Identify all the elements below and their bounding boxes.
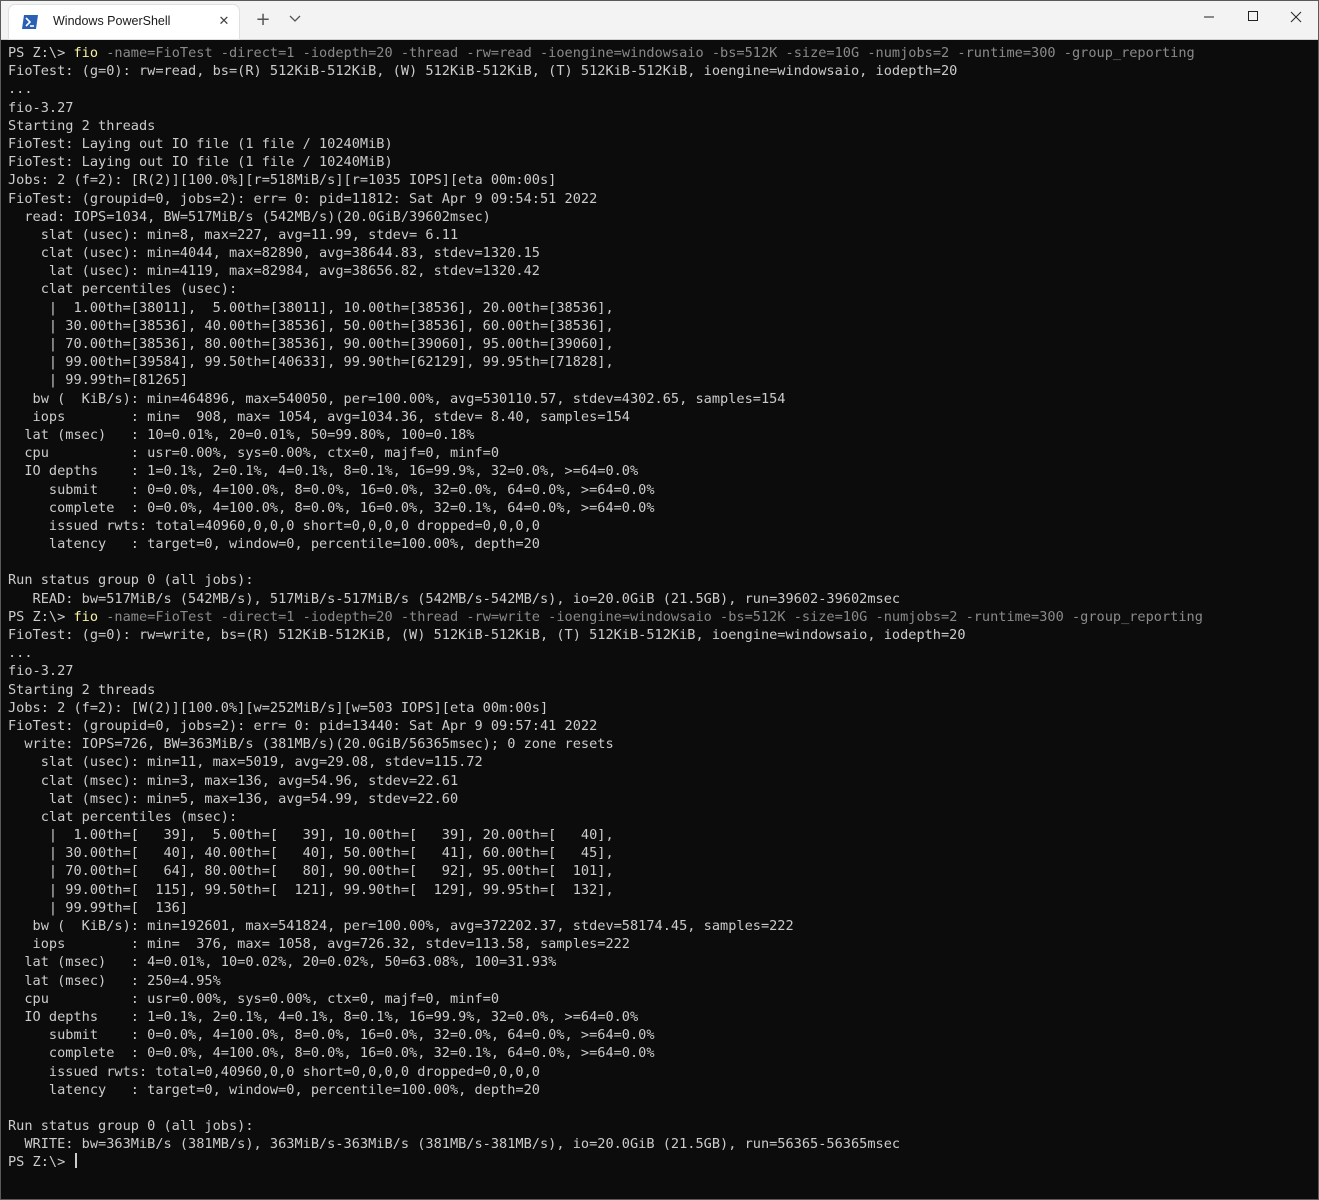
output-line: clat percentiles (msec): (8, 808, 238, 825)
maximize-button[interactable] (1231, 1, 1275, 37)
terminal-output[interactable]: PS Z:\> fio -name=FioTest -direct=1 -iod… (1, 40, 1318, 1199)
output-line: | 70.00th=[38536], 80.00th=[38536], 90.0… (8, 336, 614, 352)
output-line: Jobs: 2 (f=2): [W(2)][100.0%][w=252MiB/s… (8, 699, 549, 716)
output-line: iops : min= 908, max= 1054, avg=1034.36,… (8, 408, 630, 425)
close-tab-icon[interactable]: ✕ (215, 13, 233, 31)
tab-windows-powershell[interactable]: Windows PowerShell ✕ (9, 5, 239, 39)
output-line: iops : min= 376, max= 1058, avg=726.32, … (8, 936, 630, 953)
powershell-icon (21, 14, 39, 30)
terminal-window: Windows PowerShell ✕ + PS Z:\> fio -name… (0, 0, 1319, 1200)
output-line: cpu : usr=0.00%, sys=0.00%, ctx=0, majf=… (8, 990, 500, 1007)
output-line: issued rwts: total=0,40960,0,0 short=0,0… (8, 1063, 540, 1080)
output-line: read: IOPS=1034, BW=517MiB/s (542MB/s)(2… (8, 208, 491, 225)
output-line: FioTest: (groupid=0, jobs=2): err= 0: pi… (8, 190, 598, 207)
output-line: Starting 2 threads (8, 117, 156, 134)
output-line: latency : target=0, window=0, percentile… (8, 536, 540, 553)
prompt: PS Z:\> (8, 1154, 74, 1171)
output-line: clat percentiles (usec): (8, 281, 238, 298)
output-line: issued rwts: total=40960,0,0,0 short=0,0… (8, 517, 540, 534)
output-line: latency : target=0, window=0, percentile… (8, 1081, 540, 1098)
output-line: bw ( KiB/s): min=464896, max=540050, per… (8, 390, 786, 407)
output-line: lat (msec): min=5, max=136, avg=54.99, s… (8, 790, 459, 807)
output-line: | 99.99th=[ 136] (8, 899, 189, 916)
command-line-2: PS Z:\> fio -name=FioTest -direct=1 -iod… (8, 608, 1318, 626)
output-line: bw ( KiB/s): min=192601, max=541824, per… (8, 918, 794, 934)
output-line: submit : 0=0.0%, 4=100.0%, 8=0.0%, 16=0.… (8, 1027, 655, 1044)
tab-title: Windows PowerShell (53, 14, 171, 28)
output-line: lat (usec): min=4119, max=82984, avg=386… (8, 263, 540, 280)
output-line: | 70.00th=[ 64], 80.00th=[ 80], 90.00th=… (8, 863, 614, 880)
output-line: cpu : usr=0.00%, sys=0.00%, ctx=0, majf=… (8, 445, 500, 462)
output-line: complete : 0=0.0%, 4=100.0%, 8=0.0%, 16=… (8, 499, 655, 516)
output-line: ... (8, 645, 33, 662)
new-tab-button[interactable]: + (253, 10, 273, 30)
output-line: | 1.00th=[ 39], 5.00th=[ 39], 10.00th=[ … (8, 827, 614, 844)
output-line: Run status group 0 (all jobs): (8, 572, 254, 589)
prompt: PS Z:\> (8, 45, 74, 61)
output-line: | 99.00th=[39584], 99.50th=[40633], 99.9… (8, 354, 614, 371)
title-bar: Windows PowerShell ✕ + (1, 1, 1318, 40)
output-line: write: IOPS=726, BW=363MiB/s (381MB/s)(2… (8, 736, 614, 753)
current-prompt-line[interactable]: PS Z:\> (8, 1153, 1318, 1171)
command-name: fio (73, 45, 99, 61)
close-window-button[interactable] (1274, 1, 1318, 37)
command-name: fio (73, 608, 99, 625)
output-line: Starting 2 threads (8, 681, 156, 698)
text-cursor (75, 1153, 77, 1169)
output-line: fio-3.27 (8, 663, 74, 680)
output-line: | 30.00th=[38536], 40.00th=[38536], 50.0… (8, 317, 614, 334)
output-line: FioTest: Laying out IO file (1 file / 10… (8, 135, 393, 152)
output-line: FioTest: Laying out IO file (1 file / 10… (8, 154, 393, 171)
output-line: clat (msec): min=3, max=136, avg=54.96, … (8, 772, 459, 789)
output-line: lat (msec) : 250=4.95% (8, 972, 221, 989)
output-line: FioTest: (g=0): rw=write, bs=(R) 512KiB-… (8, 627, 966, 643)
output-line: | 30.00th=[ 40], 40.00th=[ 40], 50.00th=… (8, 845, 614, 862)
output-line: | 99.00th=[ 115], 99.50th=[ 121], 99.90t… (8, 881, 614, 898)
output-line: lat (msec) : 4=0.01%, 10=0.02%, 20=0.02%… (8, 954, 557, 971)
output-line: lat (msec) : 10=0.01%, 20=0.01%, 50=99.8… (8, 426, 475, 443)
output-line: slat (usec): min=11, max=5019, avg=29.08… (8, 754, 483, 771)
output-line: Run status group 0 (all jobs): (8, 1118, 254, 1135)
output-line: clat (usec): min=4044, max=82890, avg=38… (8, 245, 540, 262)
output-line: submit : 0=0.0%, 4=100.0%, 8=0.0%, 16=0.… (8, 481, 655, 498)
output-line: WRITE: bw=363MiB/s (381MB/s), 363MiB/s-3… (8, 1136, 901, 1153)
output-block-read: FioTest: (g=0): rw=read, bs=(R) 512KiB-5… (8, 62, 1318, 608)
output-line: complete : 0=0.0%, 4=100.0%, 8=0.0%, 16=… (8, 1045, 655, 1062)
output-line: IO depths : 1=0.1%, 2=0.1%, 4=0.1%, 8=0.… (8, 1008, 639, 1025)
output-line: | 1.00th=[38011], 5.00th=[38011], 10.00t… (8, 299, 614, 316)
command-args: -name=FioTest -direct=1 -iodepth=20 -thr… (98, 608, 1203, 625)
output-line: | 99.99th=[81265] (8, 372, 189, 389)
output-line: fio-3.27 (8, 99, 74, 116)
output-line: FioTest: (groupid=0, jobs=2): err= 0: pi… (8, 717, 598, 734)
prompt: PS Z:\> (8, 608, 74, 625)
command-line-1: PS Z:\> fio -name=FioTest -direct=1 -iod… (8, 44, 1318, 62)
output-line: IO depths : 1=0.1%, 2=0.1%, 4=0.1%, 8=0.… (8, 463, 639, 480)
chevron-down-icon[interactable] (285, 10, 305, 30)
output-block-write: FioTest: (g=0): rw=write, bs=(R) 512KiB-… (8, 626, 1318, 1153)
output-line: ... (8, 81, 33, 98)
output-line: slat (usec): min=8, max=227, avg=11.99, … (8, 226, 459, 243)
output-line: Jobs: 2 (f=2): [R(2)][100.0%][r=518MiB/s… (8, 172, 557, 189)
output-line: READ: bw=517MiB/s (542MB/s), 517MiB/s-51… (8, 590, 901, 607)
minimize-button[interactable] (1187, 1, 1231, 37)
command-args: -name=FioTest -direct=1 -iodepth=20 -thr… (98, 45, 1195, 61)
output-line: FioTest: (g=0): rw=read, bs=(R) 512KiB-5… (8, 63, 958, 80)
